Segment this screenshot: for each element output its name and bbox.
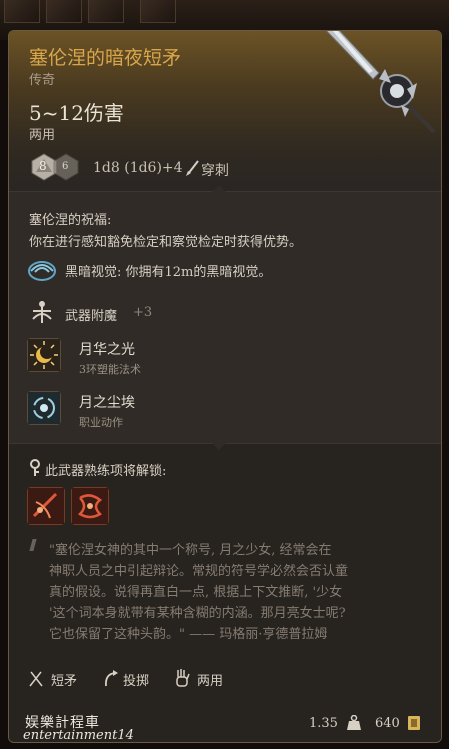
darkvision-icon[interactable] (27, 257, 57, 281)
spell-moonbeam-button[interactable] (27, 338, 61, 372)
spell-name: 月华之光 (79, 342, 135, 358)
watermark-subtitle: entertainment14 (23, 728, 134, 743)
proficiency-icon (30, 459, 40, 476)
item-handedness: 两用 (29, 128, 56, 143)
spear-item-icon (326, 31, 436, 134)
enchantment-value: +3 (133, 305, 153, 320)
die-secondary-value: 6 (62, 161, 69, 172)
spell-name: 月之尘埃 (79, 395, 135, 411)
piercing-icon (186, 160, 199, 176)
flavor-quote-line: '这个词本身就带有某种含糊的内涵。那月亮女士呢? (49, 606, 346, 621)
item-name: 塞伦涅的暗夜短矛 (29, 47, 182, 69)
flavor-quote-line: 真的假设。说得再直白一点, 根据上下文推断, '少女 (49, 585, 343, 600)
weapon-action-slash-icon (28, 488, 64, 524)
inventory-slot[interactable] (140, 0, 176, 23)
item-tooltip: 塞伦涅的暗夜短矛 传奇 5~12伤害 两用 8 6 1d8 (1d6)+4 穿刺… (8, 30, 442, 743)
darkvision-description: 黑暗视觉: 你拥有12m的黑暗视觉。 (65, 265, 272, 280)
weapon-action-2-button[interactable] (71, 487, 109, 525)
spell-subtitle: 3环塑能法术 (79, 363, 141, 376)
item-weight: 1.35 (309, 716, 338, 731)
weight-icon (347, 715, 361, 730)
flavor-quote-line: 神职人员之中引起辩论。常规的符号学必然会否认童 (49, 564, 349, 579)
damage-type: 穿刺 (201, 163, 229, 179)
property-tag[interactable]: 短矛 (51, 670, 77, 689)
die-primary-value: 8 (39, 159, 47, 173)
section-notch (212, 185, 226, 192)
item-rarity: 传奇 (29, 73, 56, 88)
spell-moondust-button[interactable] (27, 391, 61, 425)
flavor-quote-line: 它也保留了这种头韵。" —— 玛格丽·亨德普拉姆 (49, 627, 328, 642)
blessing-title: 塞伦涅的祝福: (29, 213, 112, 228)
spell-subtitle: 职业动作 (79, 416, 123, 429)
damage-formula: 1d8 (1d6)+4 (93, 160, 183, 176)
weapon-action-thrust-icon (72, 488, 108, 524)
blessing-description: 你在进行感知豁免检定和察觉检定时获得优势。 (29, 235, 303, 250)
inventory-slot[interactable] (46, 0, 82, 23)
unlock-label: 此武器熟练项将解锁: (45, 464, 167, 479)
moon-dust-icon (28, 392, 60, 424)
enchantment-label: 武器附魔 (65, 309, 118, 324)
item-price: 640 (375, 716, 400, 731)
property-tag[interactable]: 投掷 (123, 670, 149, 689)
gold-coin-icon (408, 716, 420, 730)
throw-icon (105, 670, 118, 687)
weapon-enchant-icon (32, 301, 52, 323)
spear-icon (29, 671, 43, 687)
inventory-slot[interactable] (4, 0, 40, 23)
versatile-hand-icon (176, 669, 190, 687)
inventory-slot[interactable] (88, 0, 124, 23)
property-tag[interactable]: 两用 (197, 670, 223, 689)
section-notch (212, 443, 226, 450)
item-damage: 5~12伤害 (29, 101, 124, 125)
flavor-quote-line: "塞伦涅女神的其中一个称号, 月之少女, 经常会在 (49, 543, 332, 558)
weapon-action-1-button[interactable] (27, 487, 65, 525)
moon-sun-icon (28, 339, 60, 371)
